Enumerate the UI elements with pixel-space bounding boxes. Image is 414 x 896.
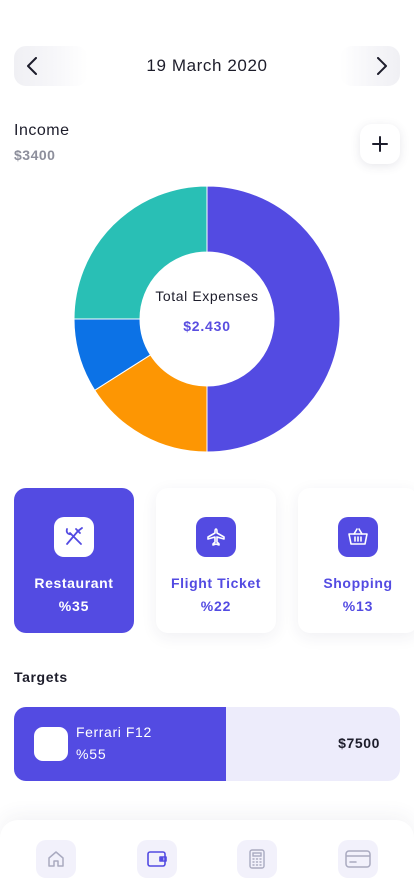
tab-calculator[interactable] xyxy=(237,840,277,878)
plus-icon xyxy=(372,136,388,152)
tab-card[interactable] xyxy=(338,840,378,878)
tab-wallet[interactable] xyxy=(137,840,177,878)
wallet-icon xyxy=(147,851,167,867)
target-percent: %55 xyxy=(76,746,107,762)
home-icon xyxy=(48,851,64,867)
category-card-restaurant[interactable]: Restaurant %35 xyxy=(14,488,134,633)
fork-knife-icon xyxy=(54,517,94,557)
category-card-shopping[interactable]: Shopping %13 xyxy=(298,488,414,633)
tab-home[interactable] xyxy=(36,840,76,878)
next-date-button[interactable] xyxy=(340,46,400,86)
target-amount: $7500 xyxy=(338,735,380,751)
chevron-right-icon xyxy=(377,57,387,75)
target-item[interactable]: Ferrari F12 %55 $7500 xyxy=(14,707,400,781)
category-name: Flight Ticket xyxy=(171,575,261,591)
add-button[interactable] xyxy=(360,124,400,164)
target-name: Ferrari F12 xyxy=(76,724,152,740)
category-card-flight-ticket[interactable]: Flight Ticket %22 xyxy=(156,488,276,633)
airplane-icon xyxy=(196,517,236,557)
bottom-tab-bar xyxy=(0,820,414,896)
income-value: $3400 xyxy=(14,147,56,163)
targets-title: Targets xyxy=(14,669,68,685)
donut-slice-3 xyxy=(74,186,208,320)
category-name: Restaurant xyxy=(34,575,114,591)
income-label: Income xyxy=(14,122,70,139)
category-name: Shopping xyxy=(323,575,393,591)
donut-slice-0 xyxy=(206,186,340,452)
category-percent: %22 xyxy=(200,598,232,614)
calculator-icon xyxy=(249,849,265,869)
date-navigator: 19 March 2020 xyxy=(14,46,400,86)
target-thumbnail xyxy=(34,727,68,761)
basket-icon xyxy=(338,517,378,557)
category-percent: %13 xyxy=(342,598,374,614)
expenses-donut-chart xyxy=(74,186,340,452)
card-icon xyxy=(345,850,371,868)
category-percent: %35 xyxy=(58,598,90,614)
